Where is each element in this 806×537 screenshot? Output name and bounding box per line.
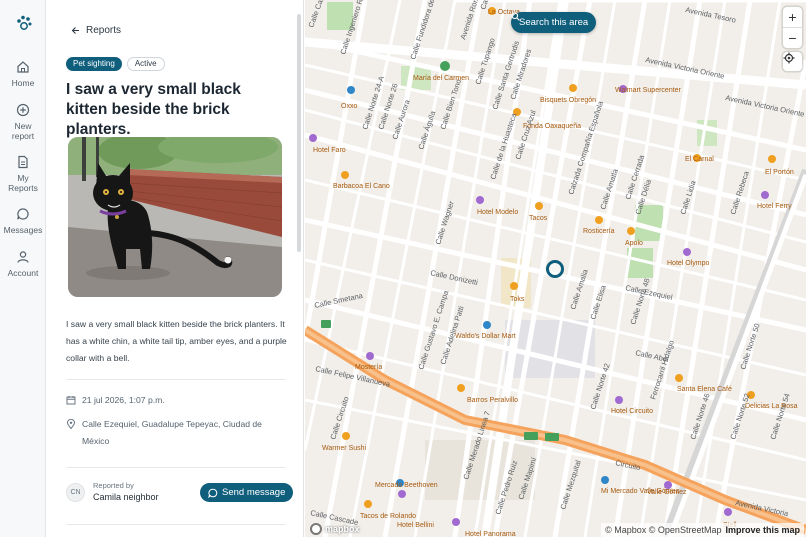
poi-label: Hotel Modelo xyxy=(477,209,518,216)
poi-label: Walmart Supercenter xyxy=(615,87,682,94)
poi-label: Barros Peralvillo xyxy=(467,397,518,404)
report-date-row: 21 jul 2026, 1:07 p.m. xyxy=(66,393,288,408)
street-label: Calle Wagner xyxy=(433,199,456,245)
report-location: Calle Ezequiel, Guadalupe Tepeyac, Ciuda… xyxy=(82,419,262,446)
street-label: Calle Elisa xyxy=(588,283,608,320)
app: Home New report My Reports Messages Acco… xyxy=(0,0,806,537)
report-detail-panel: Reports Pet sighting Active I saw a very… xyxy=(46,0,304,537)
poi-label: Mercado Beethoven xyxy=(375,482,438,489)
poi-label: Rosticería xyxy=(583,228,615,235)
street-label: Calle Castro xyxy=(306,0,329,29)
poi-label: Tacos de Rolando xyxy=(360,513,416,520)
calendar-icon xyxy=(66,396,76,405)
poi-label: María del Carmen xyxy=(413,75,469,82)
search-this-area-label: Search this area xyxy=(519,17,589,28)
poi-label: Waldo's Dollar Mart xyxy=(455,333,516,340)
nav-label-home: Home xyxy=(11,78,35,88)
poi-label: Barbacoa El Cano xyxy=(333,183,390,190)
poi-label: Fonda Oaxaqueña xyxy=(523,123,581,130)
zoom-out-button[interactable]: − xyxy=(783,28,802,48)
nav-item-home[interactable]: Home xyxy=(0,60,46,88)
status-badge: Active xyxy=(126,57,165,71)
zoom-controls: + − xyxy=(783,7,802,48)
mapbox-logo-icon xyxy=(310,523,322,535)
improve-map-link[interactable]: Improve this map xyxy=(725,523,800,537)
panel-scrollbar[interactable] xyxy=(297,14,301,252)
geolocate-button[interactable] xyxy=(783,52,802,71)
nav-label-my-reports: My Reports xyxy=(8,173,38,193)
mapbox-logo-text: mapbox xyxy=(325,524,360,534)
poi-label: Toks xyxy=(510,296,525,303)
poi-label: Hotel Faro xyxy=(313,147,346,154)
reported-by-label: Reported by xyxy=(93,481,134,490)
poi-label: Hotel Ferry xyxy=(757,203,792,210)
chat-icon xyxy=(17,208,29,220)
poi-label: Bisquets Obregón xyxy=(540,97,596,104)
search-icon xyxy=(511,12,520,21)
divider xyxy=(66,524,286,525)
report-date: 21 jul 2026, 1:07 p.m. xyxy=(82,395,165,405)
street-label: Calle Norte 52 xyxy=(728,392,751,440)
zoom-in-button[interactable]: + xyxy=(783,7,802,27)
chat-icon xyxy=(208,488,218,498)
poi-label: Warmer Sushi xyxy=(322,445,367,452)
search-this-area-button[interactable]: Search this area xyxy=(511,12,597,33)
poi-label: Hotel Bellini xyxy=(397,522,434,529)
attribution-text[interactable]: © Mapbox © OpenStreetMap xyxy=(605,523,721,537)
report-description: I saw a very small black kitten beside t… xyxy=(66,319,287,363)
sidebar-nav: Home New report My Reports Messages Acco… xyxy=(0,0,46,537)
nav-item-messages[interactable]: Messages xyxy=(0,207,46,235)
user-icon xyxy=(17,251,29,263)
nav-label-account: Account xyxy=(7,268,39,278)
reporter-name: Camila neighbor xyxy=(93,492,159,502)
poi-label: Santa Elena Café xyxy=(677,386,732,393)
send-message-button[interactable]: Send message xyxy=(200,483,294,502)
poi-label: Delicias La Rosa xyxy=(745,403,798,410)
report-location-marker[interactable] xyxy=(546,260,564,278)
nav-label-new-report: New report xyxy=(11,121,35,141)
back-to-reports-link[interactable]: Reports xyxy=(71,25,121,36)
nav-item-account[interactable]: Account xyxy=(0,250,46,278)
poi-label: Apolo xyxy=(625,240,643,247)
type-badge: Pet sighting xyxy=(66,57,122,71)
map-attribution: © Mapbox © OpenStreetMap Improve this ma… xyxy=(601,523,804,537)
poi-label: Hotel Panorama xyxy=(465,531,516,537)
nav-item-new-report[interactable]: New report xyxy=(0,103,46,141)
back-label: Reports xyxy=(86,25,122,36)
street-label: Avenida Tesoro xyxy=(685,5,737,24)
arrow-left-icon xyxy=(71,27,79,34)
nav-label-messages: Messages xyxy=(3,225,43,235)
nav-item-my-reports[interactable]: My Reports xyxy=(0,155,46,193)
poi-label: Tacos xyxy=(529,215,548,222)
poi-label: Hotel Olympo xyxy=(667,260,710,267)
avatar: CN xyxy=(66,482,85,502)
divider xyxy=(66,379,286,380)
divider xyxy=(66,467,286,468)
location-pin-icon xyxy=(66,419,76,429)
street-label: Calle Amalia xyxy=(568,267,590,310)
home-icon xyxy=(17,61,29,73)
poi-label: Valle Gómez xyxy=(647,489,687,496)
report-location-row: Calle Ezequiel, Guadalupe Tepeyac, Ciuda… xyxy=(66,417,288,450)
send-message-label: Send message xyxy=(222,487,286,498)
poi-label: El Carnal xyxy=(685,156,714,163)
reporter-info: CN Reported by Camila neighbor xyxy=(66,481,159,503)
badge-row: Pet sighting Active xyxy=(66,57,165,71)
street-label: Calle Donizetti xyxy=(430,268,479,287)
crosshair-icon xyxy=(783,52,795,64)
poi-label: Hotel Circuito xyxy=(611,408,653,415)
plus-circle-icon xyxy=(16,103,30,117)
paw-logo-icon[interactable] xyxy=(15,14,33,32)
report-title: I saw a very small black kitten beside t… xyxy=(66,81,241,138)
map-view[interactable]: Calle Castro Calle Ingeniero Robles Calle … xyxy=(305,0,806,537)
poi-label: El Portón xyxy=(765,169,794,176)
poi-label: Mostería xyxy=(355,364,382,371)
mapbox-logo[interactable]: mapbox xyxy=(310,523,360,535)
document-icon xyxy=(18,155,28,169)
kitten-photo[interactable] xyxy=(68,137,282,297)
poi-label: Oxxo xyxy=(341,103,357,110)
street-label: Calle de la Huasteca xyxy=(488,111,518,180)
